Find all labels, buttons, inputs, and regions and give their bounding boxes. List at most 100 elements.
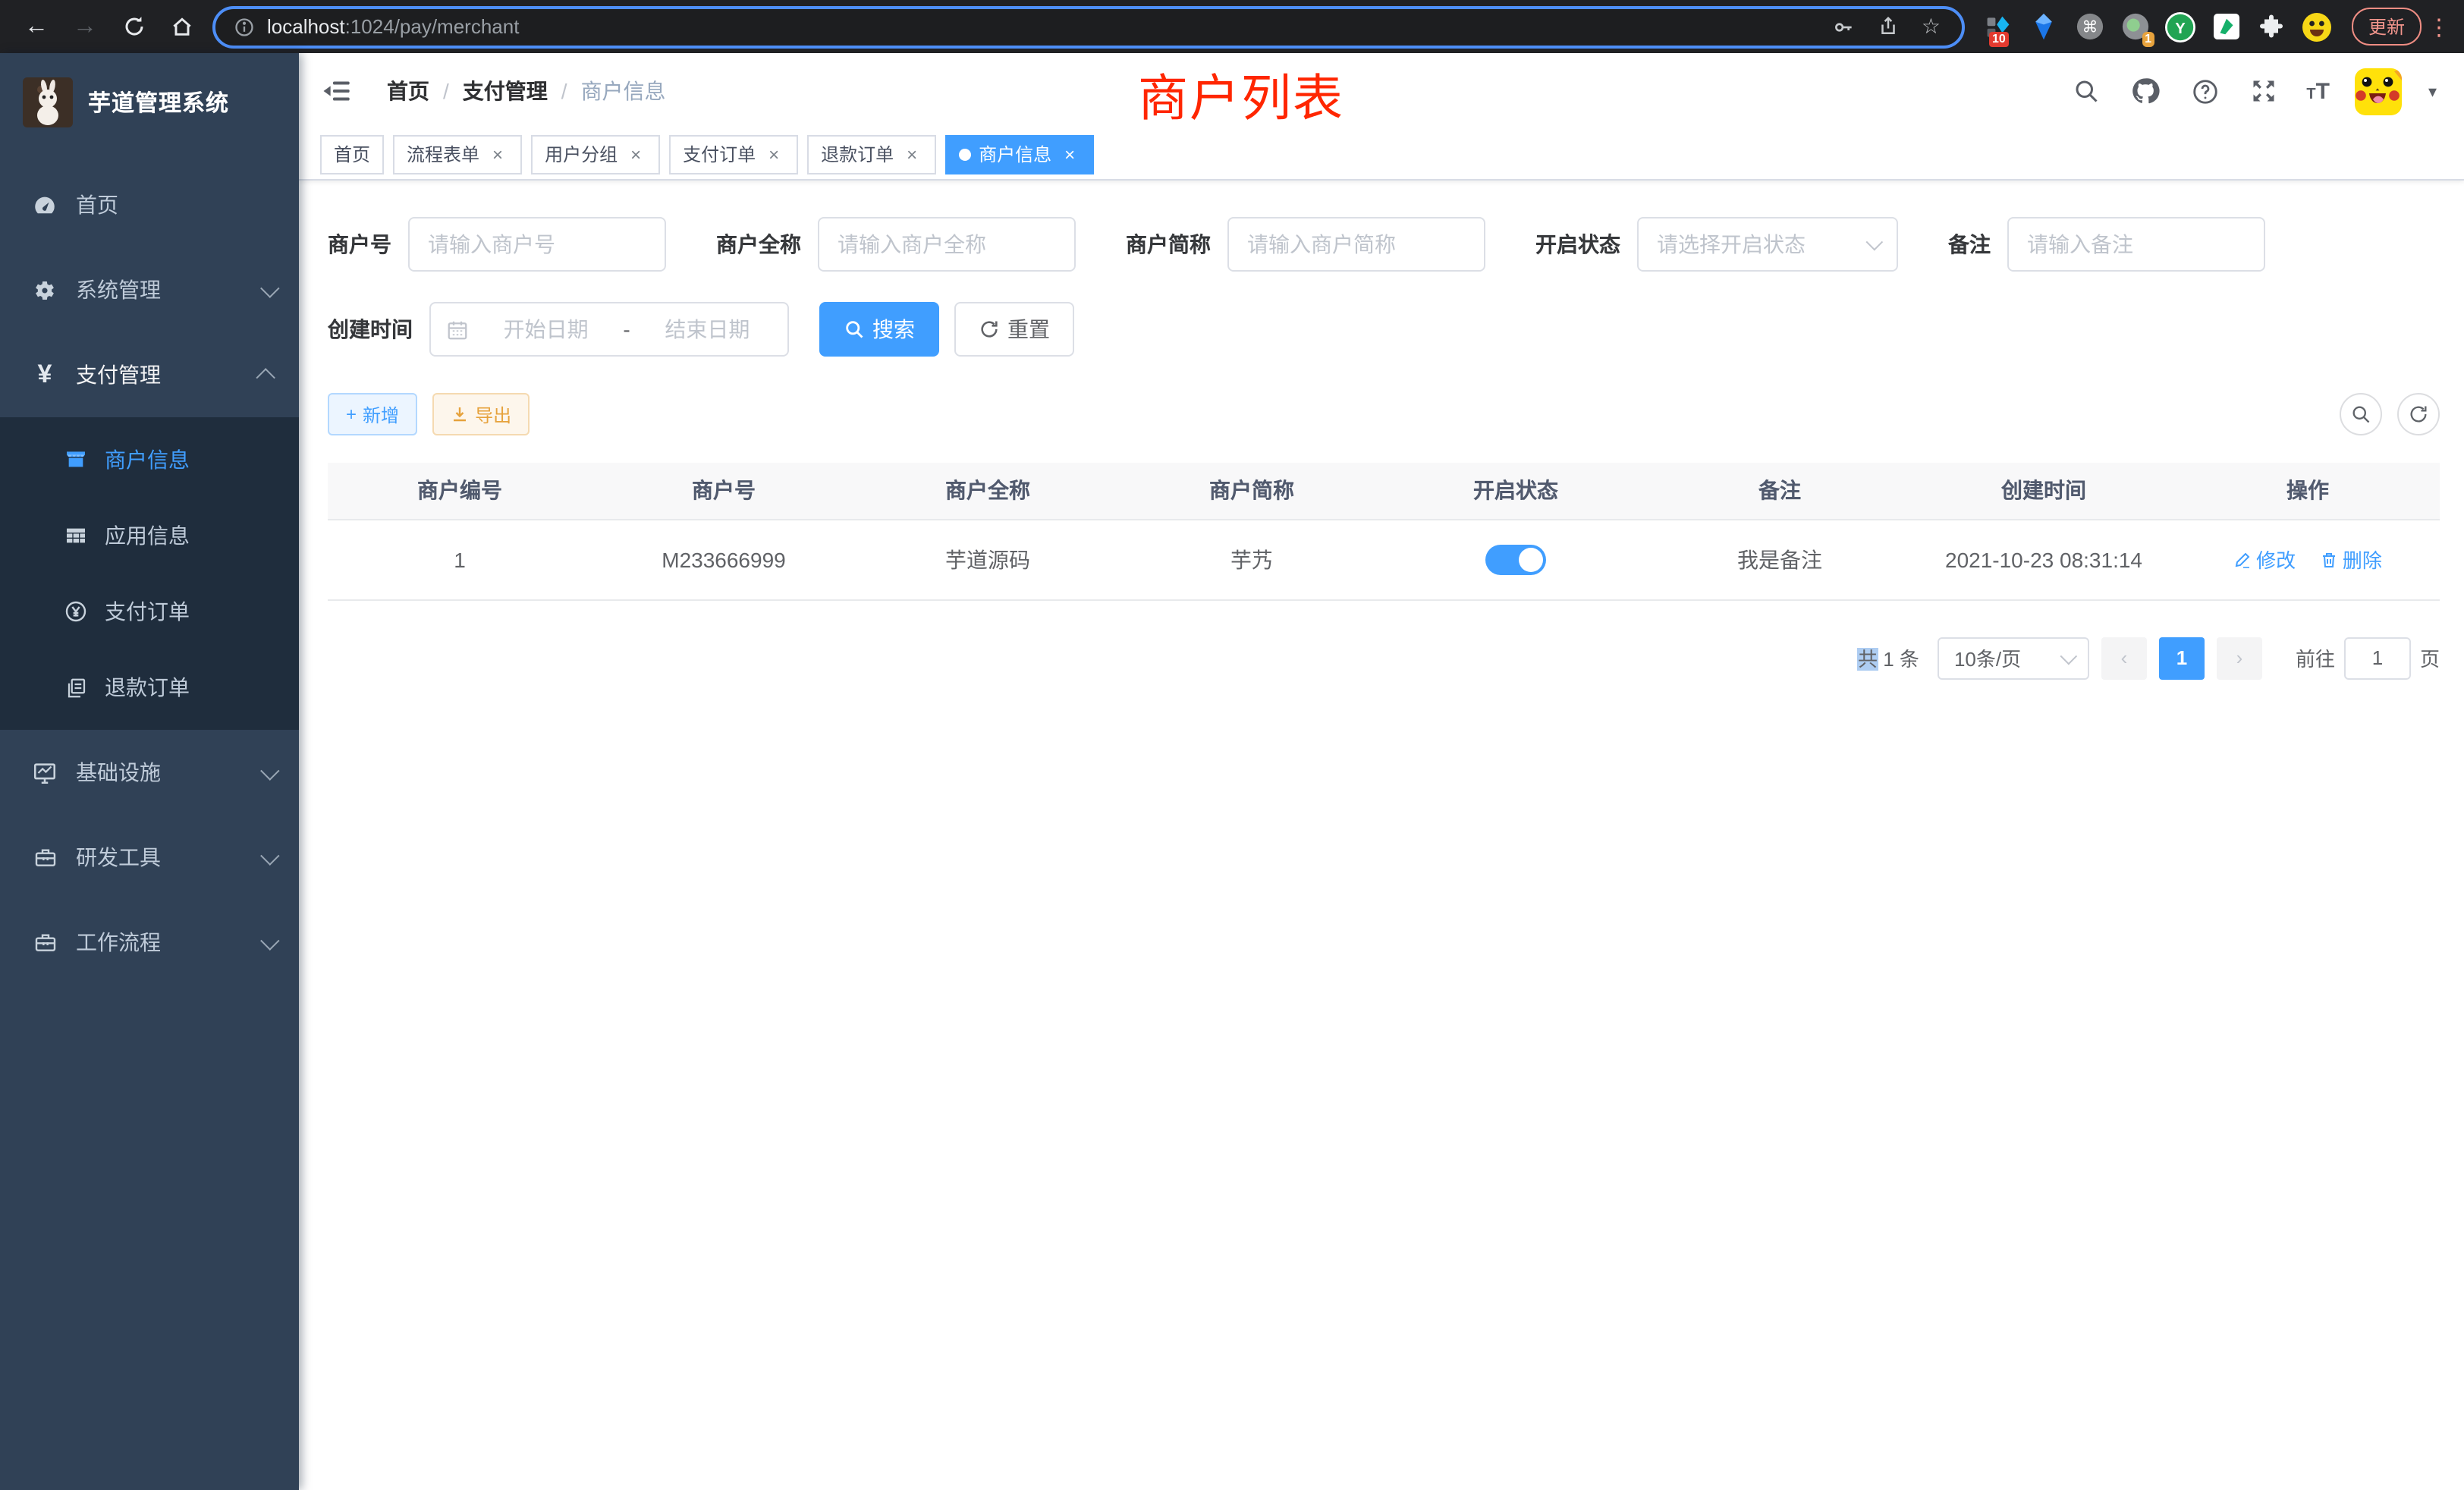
puzzle-extensions-icon[interactable] bbox=[2256, 11, 2288, 42]
sidebar-item-label: 工作流程 bbox=[76, 927, 261, 957]
tab-pay-order[interactable]: 支付订单× bbox=[669, 134, 798, 174]
sidebar-item-workflow[interactable]: 工作流程 bbox=[0, 900, 299, 985]
cell-merchant-id: 1 bbox=[328, 519, 592, 599]
sidebar-item-system[interactable]: 系统管理 bbox=[0, 247, 299, 332]
annotation-title: 商户列表 bbox=[1138, 58, 1344, 130]
fullscreen-icon[interactable] bbox=[2247, 74, 2280, 108]
shop-icon bbox=[64, 448, 88, 472]
bookmark-star-icon[interactable]: ☆ bbox=[1922, 14, 1941, 39]
prev-page-button[interactable]: ‹ bbox=[2101, 637, 2147, 679]
search-button[interactable]: 搜索 bbox=[819, 302, 939, 357]
plus-icon: + bbox=[346, 404, 357, 425]
export-button[interactable]: 导出 bbox=[432, 393, 530, 435]
extension-icon-command[interactable]: ⌘ bbox=[2074, 11, 2106, 42]
home-icon[interactable] bbox=[162, 7, 202, 46]
breadcrumb-separator: / bbox=[561, 79, 567, 103]
sidebar-item-app-info[interactable]: 应用信息 bbox=[0, 498, 299, 574]
extension-icon-grid[interactable]: 10 bbox=[1983, 11, 2015, 42]
tab-merchant-info[interactable]: 商户信息× bbox=[945, 134, 1094, 174]
breadcrumb: 首页 / 支付管理 / 商户信息 bbox=[387, 76, 666, 106]
back-icon[interactable]: ← bbox=[17, 7, 56, 46]
github-icon[interactable] bbox=[2129, 74, 2162, 108]
reset-button[interactable]: 重置 bbox=[954, 302, 1074, 357]
font-size-icon[interactable]: TT bbox=[2306, 80, 2330, 102]
sidebar-item-label: 支付管理 bbox=[76, 360, 261, 390]
chevron-down-icon bbox=[260, 760, 279, 779]
goto-label: 前往 bbox=[2296, 643, 2335, 672]
pagination: 共 1 条 10条/页 ‹ 1 › 前往 1 页 bbox=[328, 637, 2440, 679]
status-select[interactable]: 请选择开启状态 bbox=[1637, 217, 1898, 272]
refresh-icon-button[interactable] bbox=[2397, 393, 2440, 435]
help-icon[interactable] bbox=[2188, 74, 2221, 108]
sidebar-item-devtools[interactable]: 研发工具 bbox=[0, 815, 299, 900]
full-name-input[interactable]: 请输入商户全称 bbox=[818, 217, 1076, 272]
share-icon[interactable] bbox=[1878, 15, 1900, 38]
avatar-caret-icon[interactable]: ▾ bbox=[2428, 81, 2437, 101]
tab-home[interactable]: 首页 bbox=[320, 134, 384, 174]
close-icon[interactable]: × bbox=[487, 143, 508, 165]
sidebar: 芋道管理系统 首页 系统管理 ¥ 支付管 bbox=[0, 53, 299, 1490]
extension-icon-emoji[interactable] bbox=[2302, 11, 2334, 42]
status-toggle[interactable] bbox=[1485, 544, 1546, 574]
tab-user-group[interactable]: 用户分组× bbox=[531, 134, 660, 174]
user-avatar[interactable] bbox=[2356, 68, 2403, 115]
edit-button[interactable]: 修改 bbox=[2233, 545, 2296, 574]
sidebar-item-pay-order[interactable]: 支付订单 bbox=[0, 574, 299, 649]
tab-process-form[interactable]: 流程表单× bbox=[393, 134, 522, 174]
sidebar-item-refund-order[interactable]: 退款订单 bbox=[0, 649, 299, 725]
filter-label: 备注 bbox=[1948, 229, 1991, 259]
cell-create-time: 2021-10-23 08:31:14 bbox=[1912, 519, 2176, 599]
remark-input[interactable]: 请输入备注 bbox=[2007, 217, 2265, 272]
password-key-icon[interactable] bbox=[1832, 14, 1856, 39]
filter-label: 商户号 bbox=[328, 229, 391, 259]
goto-page-input[interactable]: 1 bbox=[2344, 637, 2411, 679]
extension-icon-y[interactable]: Y bbox=[2165, 11, 2197, 42]
dashboard-icon bbox=[32, 192, 58, 218]
extension-icon-pin[interactable] bbox=[2029, 11, 2060, 42]
sidebar-item-label: 应用信息 bbox=[105, 520, 190, 551]
calendar-icon bbox=[446, 318, 469, 341]
sidebar-item-infra[interactable]: 基础设施 bbox=[0, 730, 299, 815]
close-icon[interactable]: × bbox=[901, 143, 922, 165]
col-merchant-no: 商户号 bbox=[592, 463, 856, 519]
delete-button[interactable]: 删除 bbox=[2320, 545, 2382, 574]
col-merchant-id: 商户编号 bbox=[328, 463, 592, 519]
breadcrumb-home[interactable]: 首页 bbox=[387, 76, 429, 106]
sidebar-collapse-icon[interactable] bbox=[299, 53, 375, 129]
sidebar-item-merchant-info[interactable]: 商户信息 bbox=[0, 422, 299, 498]
page-number-1[interactable]: 1 bbox=[2159, 637, 2205, 679]
browser-update-button[interactable]: 更新 bbox=[2352, 8, 2422, 46]
cell-remark: 我是备注 bbox=[1648, 519, 1912, 599]
sidebar-item-label: 商户信息 bbox=[105, 445, 190, 475]
svg-text:Y: Y bbox=[2176, 20, 2186, 36]
search-icon[interactable] bbox=[2070, 74, 2103, 108]
close-icon[interactable]: × bbox=[1059, 143, 1080, 165]
merchant-no-input[interactable]: 请输入商户号 bbox=[408, 217, 666, 272]
tab-refund-order[interactable]: 退款订单× bbox=[807, 134, 936, 174]
forward-icon[interactable]: → bbox=[65, 7, 105, 46]
site-info-icon[interactable] bbox=[234, 16, 255, 37]
sidebar-item-pay[interactable]: ¥ 支付管理 bbox=[0, 332, 299, 417]
sidebar-item-label: 系统管理 bbox=[76, 275, 261, 305]
page-unit-label: 页 bbox=[2420, 643, 2440, 672]
table-row: 1 M233666999 芋道源码 芋艿 我是备注 2021-10-23 08:… bbox=[328, 519, 2440, 599]
browser-menu-icon[interactable]: ⋮ bbox=[2428, 13, 2449, 40]
reload-icon[interactable] bbox=[114, 7, 153, 46]
short-name-input[interactable]: 请输入商户简称 bbox=[1227, 217, 1485, 272]
create-time-range-picker[interactable]: 开始日期 - 结束日期 bbox=[429, 302, 789, 357]
page-size-select[interactable]: 10条/页 bbox=[1938, 637, 2089, 679]
chevron-down-icon bbox=[260, 845, 279, 864]
next-page-button[interactable]: › bbox=[2217, 637, 2262, 679]
extension-icon-notifier[interactable]: 1 bbox=[2120, 11, 2151, 42]
yen-icon: ¥ bbox=[32, 362, 58, 388]
breadcrumb-pay[interactable]: 支付管理 bbox=[463, 76, 548, 106]
extension-icon-grammar[interactable] bbox=[2211, 11, 2242, 42]
toggle-search-icon-button[interactable] bbox=[2340, 393, 2382, 435]
gear-icon bbox=[32, 277, 58, 303]
url-bar[interactable]: localhost:1024/pay/merchant ☆ bbox=[212, 5, 1965, 48]
sidebar-item-home[interactable]: 首页 bbox=[0, 162, 299, 247]
close-icon[interactable]: × bbox=[625, 143, 646, 165]
app-logo-row[interactable]: 芋道管理系统 bbox=[0, 53, 299, 150]
close-icon[interactable]: × bbox=[763, 143, 784, 165]
add-button[interactable]: + 新增 bbox=[328, 393, 417, 435]
